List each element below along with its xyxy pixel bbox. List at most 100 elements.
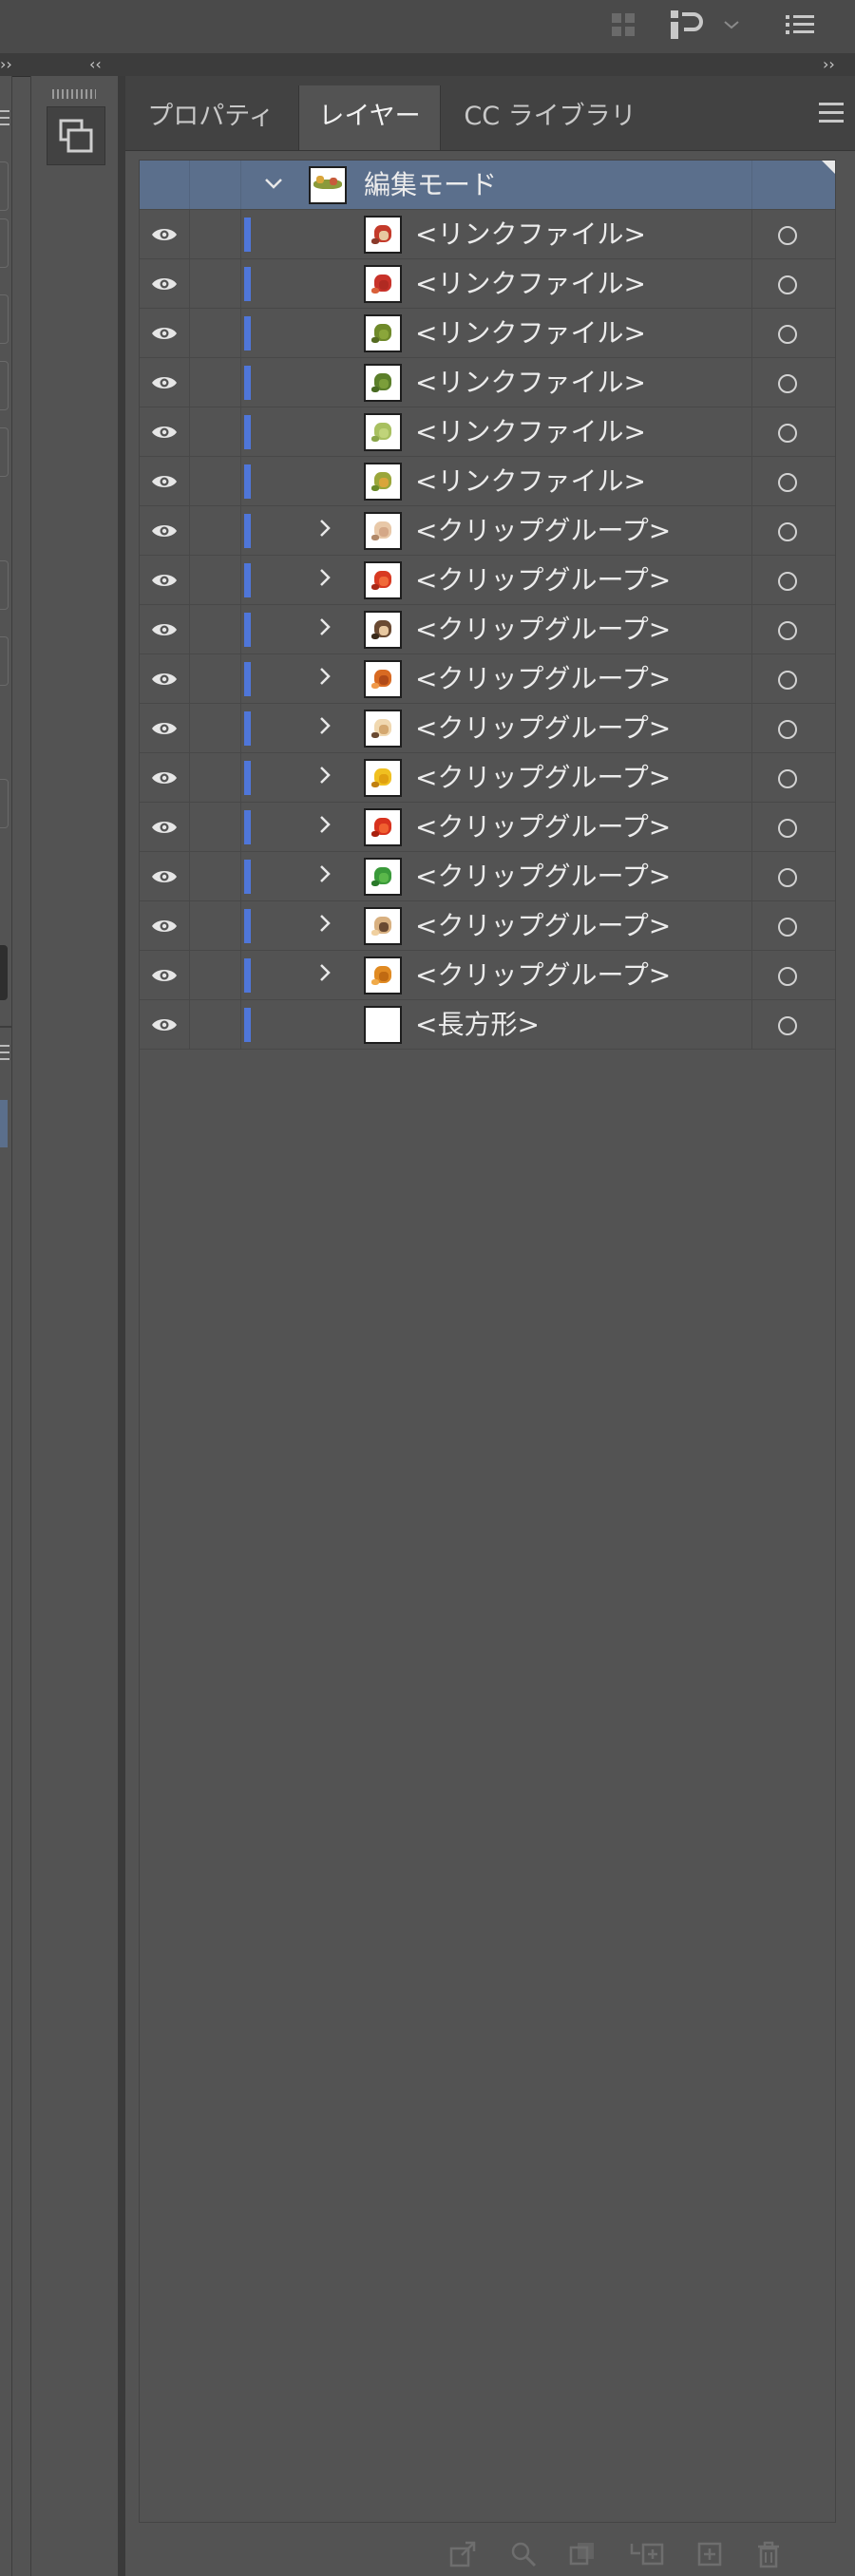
layer-name[interactable]: <リンクファイル> [415, 210, 646, 259]
lock-toggle[interactable] [189, 852, 241, 900]
chevron-right-icon[interactable] [313, 814, 337, 839]
lock-toggle[interactable] [189, 506, 241, 555]
layer-name[interactable]: <リンクファイル> [415, 259, 646, 309]
layer-name[interactable]: <リンクファイル> [415, 457, 646, 506]
layer-name[interactable]: <クリップグループ> [415, 852, 671, 901]
lock-toggle[interactable] [189, 358, 241, 407]
layer-name[interactable]: <クリップグループ> [415, 803, 671, 852]
lock-toggle[interactable] [189, 407, 241, 456]
lock-toggle[interactable] [189, 259, 241, 308]
trash-icon[interactable] [754, 2540, 783, 2568]
visibility-eye-icon[interactable] [151, 473, 178, 490]
layer-row[interactable]: <クリップグループ> [140, 951, 835, 1000]
layer-row[interactable]: <リンクファイル> [140, 407, 835, 457]
layer-row-edit-mode[interactable]: 編集モード [140, 161, 835, 210]
layer-name[interactable]: <リンクファイル> [415, 358, 646, 407]
target-circle-icon[interactable] [778, 819, 797, 838]
visibility-eye-icon[interactable] [151, 325, 178, 342]
new-sublayer-icon[interactable] [629, 2540, 667, 2568]
visibility-eye-icon[interactable] [151, 918, 178, 935]
left-panel-field[interactable] [0, 361, 9, 410]
target-circle-icon[interactable] [778, 325, 797, 344]
left-panel-field[interactable] [0, 636, 9, 686]
layer-name[interactable]: 編集モード [364, 161, 497, 210]
layer-name[interactable]: <長方形> [415, 1000, 540, 1050]
layer-row[interactable]: <クリップグループ> [140, 704, 835, 753]
visibility-eye-icon[interactable] [151, 1016, 178, 1033]
target-circle-icon[interactable] [778, 671, 797, 690]
panel-menu-icon[interactable] [819, 103, 844, 128]
list-icon[interactable] [783, 8, 817, 42]
left-panel-field[interactable] [0, 218, 9, 268]
collapse-dock-icon[interactable]: ‹‹ [89, 53, 102, 76]
target-circle-icon[interactable] [778, 572, 797, 591]
chevron-right-icon[interactable] [313, 715, 337, 740]
lock-toggle[interactable] [189, 951, 241, 999]
target-circle-icon[interactable] [778, 720, 797, 739]
layer-name[interactable]: <クリップグループ> [415, 753, 671, 803]
grid-icon[interactable] [608, 8, 638, 42]
target-circle-icon[interactable] [778, 868, 797, 887]
layer-name[interactable]: <クリップグループ> [415, 901, 671, 951]
layer-row[interactable]: <クリップグループ> [140, 556, 835, 605]
target-circle-icon[interactable] [778, 473, 797, 492]
chevron-down-icon[interactable] [261, 172, 286, 197]
target-circle-icon[interactable] [778, 918, 797, 937]
visibility-eye-icon[interactable] [151, 424, 178, 441]
layer-row[interactable]: <クリップグループ> [140, 605, 835, 654]
hamburger-icon[interactable] [0, 110, 10, 125]
chevron-right-icon[interactable] [313, 616, 337, 641]
lock-toggle[interactable] [189, 605, 241, 653]
left-panel-selection[interactable] [0, 1100, 8, 1147]
left-panel-field[interactable] [0, 779, 9, 828]
lock-toggle[interactable] [189, 457, 241, 505]
layer-row[interactable]: <リンクファイル> [140, 457, 835, 506]
left-panel-field[interactable] [0, 427, 9, 477]
target-circle-icon[interactable] [778, 374, 797, 393]
layer-row[interactable]: <クリップグループ> [140, 852, 835, 901]
chevron-right-icon[interactable] [313, 913, 337, 938]
hamburger-icon[interactable] [0, 1045, 10, 1060]
tab-cc-libraries[interactable]: CC ライブラリ [450, 85, 650, 150]
chevron-right-icon[interactable] [313, 666, 337, 691]
chevron-right-icon[interactable] [313, 962, 337, 987]
lock-toggle[interactable] [189, 901, 241, 950]
tab-properties[interactable]: プロパティ [135, 85, 287, 150]
tab-layers[interactable]: レイヤー [298, 85, 441, 150]
chevron-down-icon[interactable] [718, 8, 745, 42]
lock-toggle[interactable] [189, 556, 241, 604]
chevron-right-icon[interactable] [313, 518, 337, 542]
dock-grip[interactable] [52, 89, 96, 99]
visibility-eye-icon[interactable] [151, 769, 178, 786]
lock-toggle[interactable] [189, 1000, 241, 1049]
target-circle-icon[interactable] [778, 769, 797, 788]
layer-row[interactable]: <長方形> [140, 1000, 835, 1050]
layer-row[interactable]: <リンクファイル> [140, 358, 835, 407]
visibility-eye-icon[interactable] [151, 967, 178, 984]
left-panel-field[interactable] [0, 294, 9, 344]
visibility-eye-icon[interactable] [151, 819, 178, 836]
layer-name[interactable]: <クリップグループ> [415, 654, 671, 704]
visibility-eye-icon[interactable] [151, 275, 178, 293]
visibility-eye-icon[interactable] [151, 720, 178, 737]
lock-toggle[interactable] [189, 704, 241, 752]
layer-name[interactable]: <クリップグループ> [415, 605, 671, 654]
new-layer-icon[interactable] [695, 2540, 724, 2568]
layer-name[interactable]: <リンクファイル> [415, 309, 646, 358]
target-circle-icon[interactable] [778, 967, 797, 986]
chevron-right-icon[interactable] [313, 765, 337, 789]
visibility-eye-icon[interactable] [151, 621, 178, 638]
left-panel-field[interactable] [0, 560, 9, 610]
layer-name[interactable]: <クリップグループ> [415, 556, 671, 605]
target-circle-icon[interactable] [778, 424, 797, 443]
layer-name[interactable]: <クリップグループ> [415, 506, 671, 556]
target-circle-icon[interactable] [778, 621, 797, 640]
clipping-mask-icon[interactable] [568, 2540, 597, 2568]
lock-toggle[interactable] [189, 210, 241, 258]
target-circle-icon[interactable] [778, 226, 797, 245]
chevron-right-icon[interactable] [313, 863, 337, 888]
layer-row[interactable]: <リンクファイル> [140, 210, 835, 259]
lock-toggle[interactable] [189, 309, 241, 357]
target-circle-icon[interactable] [778, 275, 797, 294]
visibility-eye-icon[interactable] [151, 868, 178, 885]
